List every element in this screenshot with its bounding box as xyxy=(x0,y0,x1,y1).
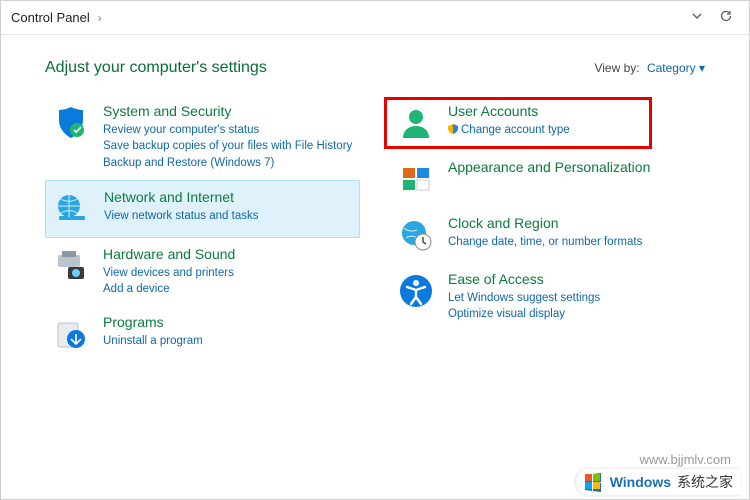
category-link[interactable]: Add a device xyxy=(103,281,354,298)
page-title: Adjust your computer's settings xyxy=(45,59,267,77)
category-clock-and-region[interactable]: Clock and Region Change date, time, or n… xyxy=(390,207,705,263)
content-pane: Adjust your computer's settings View by:… xyxy=(1,35,749,362)
user-icon xyxy=(396,103,436,143)
dropdown-icon[interactable] xyxy=(683,6,711,29)
category-appearance-and-personalization[interactable]: Appearance and Personalization xyxy=(390,151,705,207)
shield-icon xyxy=(51,103,91,143)
category-programs[interactable]: Programs Uninstall a program xyxy=(45,306,360,362)
category-title[interactable]: Programs xyxy=(103,314,354,331)
category-system-and-security[interactable]: System and Security Review your computer… xyxy=(45,95,360,180)
category-network-and-internet[interactable]: Network and Internet View network status… xyxy=(45,180,360,238)
category-title[interactable]: Appearance and Personalization xyxy=(448,159,699,176)
category-link[interactable]: Review your computer's status xyxy=(103,122,354,139)
refresh-icon[interactable] xyxy=(711,5,741,30)
category-ease-of-access[interactable]: Ease of Access Let Windows suggest setti… xyxy=(390,263,705,331)
category-column-right: User Accounts Change account type xyxy=(390,95,705,362)
category-link[interactable]: View network status and tasks xyxy=(104,208,353,225)
category-title[interactable]: User Accounts xyxy=(448,103,699,120)
category-link[interactable]: Save backup copies of your files with Fi… xyxy=(103,138,354,155)
brand-cn-text: 系统之家 xyxy=(677,472,733,492)
address-bar: Control Panel › xyxy=(1,1,749,35)
category-link[interactable]: View devices and printers xyxy=(103,265,354,282)
watermark-brand: Windows 系统之家 xyxy=(576,469,741,495)
category-link[interactable]: Let Windows suggest settings xyxy=(448,290,699,307)
watermark-url: www.bjjmlv.com xyxy=(640,452,732,467)
uac-shield-icon xyxy=(448,124,458,134)
category-link[interactable]: Uninstall a program xyxy=(103,333,354,350)
category-title[interactable]: System and Security xyxy=(103,103,354,120)
category-title[interactable]: Network and Internet xyxy=(104,189,353,206)
breadcrumb-chevron-icon[interactable]: › xyxy=(92,11,108,25)
accessibility-icon xyxy=(396,271,436,311)
category-link[interactable]: Change account type xyxy=(448,122,699,139)
category-hardware-and-sound[interactable]: Hardware and Sound View devices and prin… xyxy=(45,238,360,306)
category-title[interactable]: Clock and Region xyxy=(448,215,699,232)
view-by-label: View by: xyxy=(594,61,639,75)
category-link[interactable]: Backup and Restore (Windows 7) xyxy=(103,155,354,172)
programs-icon xyxy=(51,314,91,354)
printer-camera-icon xyxy=(51,246,91,286)
view-by-value: Category xyxy=(647,61,696,75)
windows-logo-icon xyxy=(582,471,604,493)
view-by-control[interactable]: View by: Category ▾ xyxy=(594,61,705,75)
category-user-accounts[interactable]: User Accounts Change account type xyxy=(390,95,705,151)
clock-globe-icon xyxy=(396,215,436,255)
breadcrumb-root[interactable]: Control Panel xyxy=(9,6,92,29)
category-link[interactable]: Optimize visual display xyxy=(448,306,699,323)
category-title[interactable]: Hardware and Sound xyxy=(103,246,354,263)
appearance-icon xyxy=(396,159,436,199)
category-link[interactable]: Change date, time, or number formats xyxy=(448,234,699,251)
category-column-left: System and Security Review your computer… xyxy=(45,95,360,362)
brand-windows-text: Windows xyxy=(610,474,671,490)
globe-network-icon xyxy=(52,189,92,229)
category-title[interactable]: Ease of Access xyxy=(448,271,699,288)
